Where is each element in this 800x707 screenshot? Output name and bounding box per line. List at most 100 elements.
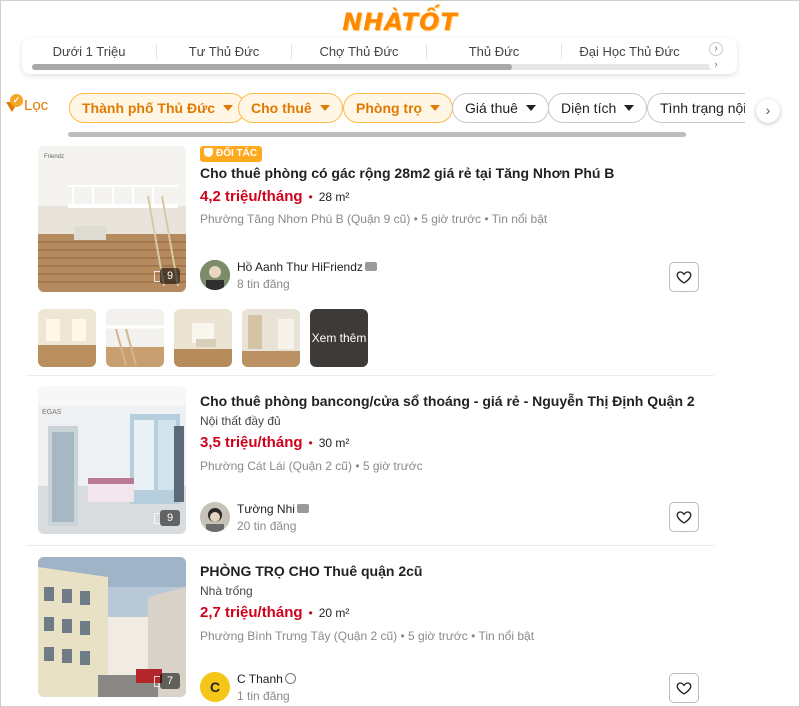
quick-chip[interactable]: Dưới 1 Triệu xyxy=(22,43,157,59)
separator-dot: • xyxy=(308,436,313,450)
price-row: 4,2 triệu/tháng • 28 m² xyxy=(200,188,349,205)
filter-area-label: Diện tích xyxy=(561,100,617,116)
seller-avatar-image xyxy=(200,260,230,290)
see-more-photos-button[interactable]: Xem thêm xyxy=(310,309,368,367)
heart-icon xyxy=(676,511,692,524)
briefcase-icon xyxy=(364,262,377,271)
listing-meta: Phường Tăng Nhơn Phú B (Quận 9 cũ) • 5 g… xyxy=(200,212,548,226)
nhatot-logo[interactable]: NHÀTỐT xyxy=(342,8,458,36)
filter-area[interactable]: Diện tích xyxy=(548,93,648,123)
room-image xyxy=(38,309,96,367)
listing-meta: Phường Bình Trưng Tây (Quận 2 cũ) • 5 gi… xyxy=(200,629,535,643)
filter-scrollbar[interactable] xyxy=(68,132,686,137)
filter-button[interactable]: ✓ Lọc xyxy=(4,94,48,116)
caret-down-icon xyxy=(624,105,635,111)
quick-chip[interactable]: Tư Thủ Đức xyxy=(157,43,292,59)
gallery-thumbnail[interactable] xyxy=(106,309,164,367)
room-image xyxy=(242,309,300,367)
quick-filter-chips: Dưới 1 Triệu Tư Thủ Đức Chợ Thủ Đức Thủ … xyxy=(22,38,737,74)
filter-city-label: Thành phố Thủ Đức xyxy=(82,100,216,116)
filter-property-type[interactable]: Phòng trọ xyxy=(343,93,454,123)
seller-name-text: C Thanh xyxy=(237,672,283,686)
listing-title[interactable]: Cho thuê phòng bancong/cửa sổ thoáng - g… xyxy=(200,393,695,409)
save-favorite-button[interactable] xyxy=(669,502,699,532)
room-image xyxy=(106,309,164,367)
photo-gallery: Xem thêm xyxy=(38,309,368,367)
filter-price[interactable]: Giá thuê xyxy=(452,93,549,123)
filter-transaction-label: Cho thuê xyxy=(251,100,312,116)
seller-name-text: Hồ Aanh Thư HiFriendz xyxy=(237,260,363,274)
seller-avatar-image xyxy=(200,502,230,532)
seller-name-text: Tường Nhi xyxy=(237,502,295,516)
save-favorite-button[interactable] xyxy=(669,673,699,703)
filter-next-arrow-icon[interactable]: › xyxy=(756,99,780,123)
photo-count-badge: 7 xyxy=(154,673,180,689)
gallery-thumbnail[interactable] xyxy=(242,309,300,367)
quick-chip[interactable]: Chợ Thủ Đức xyxy=(292,43,427,59)
seller-name[interactable]: Hồ Aanh Thư HiFriendz xyxy=(237,260,377,274)
photo-count-badge: 9 xyxy=(154,268,180,284)
listing-card[interactable]: Friendz 9 ĐỐI TÁC Cho thuê phòng có gác … xyxy=(26,146,714,376)
listing-photo[interactable]: Friendz 9 xyxy=(38,146,186,292)
filter-row: ✓ Lọc Thành phố Thủ Đức Cho thuê Phòng t… xyxy=(0,90,800,126)
listing-title[interactable]: PHÒNG TRỌ CHO Thuê quận 2cũ xyxy=(200,563,422,579)
listing-title[interactable]: Cho thuê phòng có gác rộng 28m2 giá rẻ t… xyxy=(200,165,614,181)
listing-price: 2,7 triệu/tháng xyxy=(200,604,303,621)
listing-card[interactable]: 7 PHÒNG TRỌ CHO Thuê quận 2cũ Nhà trống … xyxy=(26,546,714,707)
partner-badge-label: ĐỐI TÁC xyxy=(216,148,258,159)
listing-price: 4,2 triệu/tháng xyxy=(200,188,303,205)
filter-label: Lọc xyxy=(24,96,49,114)
seller-listing-count: 1 tin đăng xyxy=(237,689,290,703)
photo-count-badge: 9 xyxy=(154,510,180,526)
filter-furniture-status[interactable]: Tình trạng nội t xyxy=(647,93,745,123)
price-row: 2,7 triệu/tháng • 20 m² xyxy=(200,604,349,621)
listing-photo[interactable]: 7 xyxy=(38,557,186,697)
shield-icon xyxy=(204,148,213,157)
listing-area: 28 m² xyxy=(318,190,350,204)
svg-text:EGAS: EGAS xyxy=(42,409,62,416)
listing-subtitle: Nhà trống xyxy=(200,584,253,598)
svg-text:Friendz: Friendz xyxy=(44,154,64,160)
filter-icon: ✓ xyxy=(4,94,23,116)
filter-transaction-type[interactable]: Cho thuê xyxy=(238,93,343,123)
avatar[interactable] xyxy=(200,260,230,290)
listing-area: 20 m² xyxy=(318,606,350,620)
save-favorite-button[interactable] xyxy=(669,262,699,292)
listing-area: 30 m² xyxy=(318,436,350,450)
caret-down-icon xyxy=(319,105,330,111)
seller-name[interactable]: Tường Nhi xyxy=(237,502,309,516)
filter-property-label: Phòng trọ xyxy=(356,100,423,116)
chevron-right-icon[interactable]: › xyxy=(709,42,723,56)
gallery-thumbnail[interactable] xyxy=(174,309,232,367)
heart-icon xyxy=(676,271,692,284)
user-icon xyxy=(284,673,296,684)
filter-price-label: Giá thuê xyxy=(465,100,518,116)
listing-subtitle: Nội thất đầy đủ xyxy=(200,414,281,428)
caret-down-icon xyxy=(430,105,441,111)
gallery-thumbnail[interactable] xyxy=(38,309,96,367)
partner-badge: ĐỐI TÁC xyxy=(200,146,263,162)
briefcase-icon xyxy=(296,504,309,513)
chevron-right-small-icon[interactable]: › xyxy=(709,58,723,72)
quick-chip[interactable]: Đại Học Thủ Đức xyxy=(562,44,697,59)
separator-dot: • xyxy=(308,606,313,620)
caret-down-icon xyxy=(223,105,234,111)
seller-listing-count: 8 tin đăng xyxy=(237,277,290,291)
listing-price: 3,5 triệu/tháng xyxy=(200,434,303,451)
seller-name[interactable]: C Thanh xyxy=(237,672,296,686)
heart-icon xyxy=(676,682,692,695)
listing-card[interactable]: EGAS 9 Cho thuê phòng bancong/cửa sổ tho… xyxy=(26,376,714,546)
caret-down-icon xyxy=(525,105,536,111)
avatar[interactable] xyxy=(200,502,230,532)
price-row: 3,5 triệu/tháng • 30 m² xyxy=(200,434,349,451)
chips-scrollbar-thumb[interactable] xyxy=(32,64,512,70)
filter-furniture-label: Tình trạng nội t xyxy=(660,100,745,116)
quick-chip[interactable]: Thủ Đức xyxy=(427,43,562,59)
chips-scrollbar[interactable] xyxy=(32,64,717,70)
room-image xyxy=(174,309,232,367)
listing-photo[interactable]: EGAS 9 xyxy=(38,386,186,534)
avatar[interactable]: C xyxy=(200,672,230,702)
listing-meta: Phường Cát Lái (Quận 2 cũ) • 5 giờ trước xyxy=(200,459,423,473)
filter-city[interactable]: Thành phố Thủ Đức xyxy=(69,93,247,123)
seller-listing-count: 20 tin đăng xyxy=(237,519,297,533)
